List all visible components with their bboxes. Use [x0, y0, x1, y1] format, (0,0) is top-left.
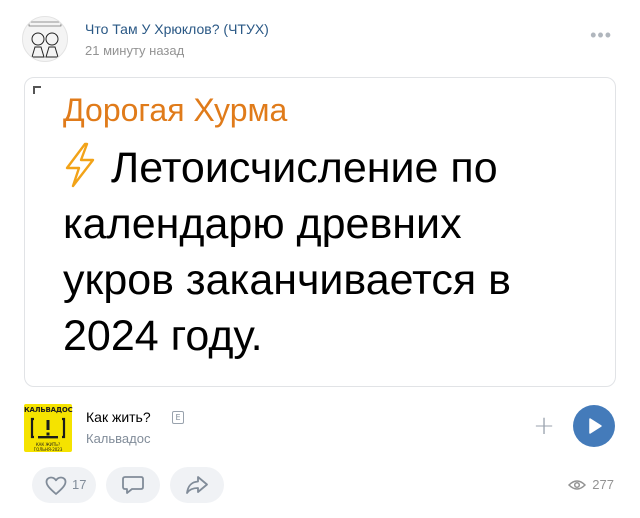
views-count: 277 — [592, 477, 614, 492]
cover-graphic-icon — [30, 417, 66, 439]
image-body-line-1: Летоисчисление по — [63, 140, 603, 196]
image-body-line-3: укров заканчивается в — [63, 256, 511, 304]
post-image[interactable]: Дорогая Хурма Летоисчисление по календар… — [24, 77, 616, 387]
lightning-icon — [65, 142, 95, 188]
track-artist[interactable]: Кальвадос — [86, 431, 150, 446]
add-track-button[interactable]: + — [533, 413, 555, 439]
play-button[interactable] — [573, 405, 615, 447]
share-button[interactable] — [170, 467, 224, 503]
audio-cover[interactable]: КАЛЬВАДОС КАК ЖИТЬ? ГОЛЬНЯ-2023 — [24, 404, 73, 452]
like-count: 17 — [72, 477, 87, 492]
image-body-line-4: 2024 году. — [63, 312, 263, 360]
cover-bottom-text: КАК ЖИТЬ? ГОЛЬНЯ-2023 — [33, 442, 63, 452]
corner-mark — [33, 86, 41, 94]
comment-button[interactable] — [106, 467, 160, 503]
comment-icon — [122, 476, 144, 494]
like-button[interactable]: 17 — [32, 467, 96, 503]
play-icon — [589, 418, 602, 434]
image-title: Дорогая Хурма — [63, 92, 288, 128]
eye-icon — [568, 480, 587, 490]
post-time[interactable]: 21 минуту назад — [85, 43, 184, 58]
more-options-icon[interactable]: ••• — [590, 26, 612, 44]
track-title[interactable]: Как жить? — [86, 409, 151, 425]
wall-post: Что Там У Хрюклов? (ЧТУХ) 21 минуту наза… — [0, 0, 640, 518]
image-body-line-2: календарю древних — [63, 200, 462, 248]
group-name-link[interactable]: Что Там У Хрюклов? (ЧТУХ) — [85, 21, 269, 37]
share-icon — [186, 476, 208, 494]
cover-top-text: КАЛЬВАДОС — [24, 406, 73, 414]
views-counter: 277 — [568, 477, 614, 492]
explicit-badge: E — [172, 411, 184, 424]
heart-icon — [45, 476, 67, 495]
avatar-drawing-icon — [23, 17, 67, 61]
image-body-text: Летоисчисление по календарю древних укро… — [63, 140, 603, 364]
group-avatar[interactable] — [22, 16, 68, 62]
